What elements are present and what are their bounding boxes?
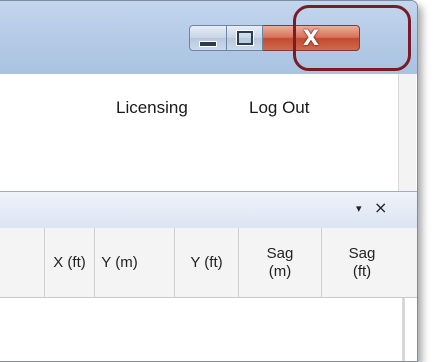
maximize-button[interactable] [227,25,263,51]
column-header-x-ft[interactable]: X (ft) [44,228,94,297]
minimize-button[interactable] [189,25,227,51]
grid-body [0,298,417,361]
grid-header-row: X (ft) Y (m) Y (ft) Sag (m) Sag (ft) [0,228,417,298]
grid-scroll-edge [402,298,405,361]
maximize-icon [235,30,254,46]
column-header-y-ft[interactable]: Y (ft) [174,228,238,297]
minimize-icon [199,41,217,47]
column-header-blank [0,228,44,297]
column-header-sag-ft[interactable]: Sag (ft) [321,228,402,297]
column-header-sag-m[interactable]: Sag (m) [238,228,321,297]
menu-item-logout[interactable]: Log Out [249,98,310,118]
panel-dropdown-icon[interactable]: ▾ [356,202,362,215]
highlight-ring [293,5,411,71]
column-header-y-m[interactable]: Y (m) [94,228,144,297]
menu-scroll-edge [398,74,416,194]
menu-item-licensing[interactable]: Licensing [116,98,188,118]
panel-header: ▾ × [0,191,417,229]
panel-close-icon[interactable]: × [374,198,387,217]
menu-bar: Licensing Log Out [0,73,417,194]
